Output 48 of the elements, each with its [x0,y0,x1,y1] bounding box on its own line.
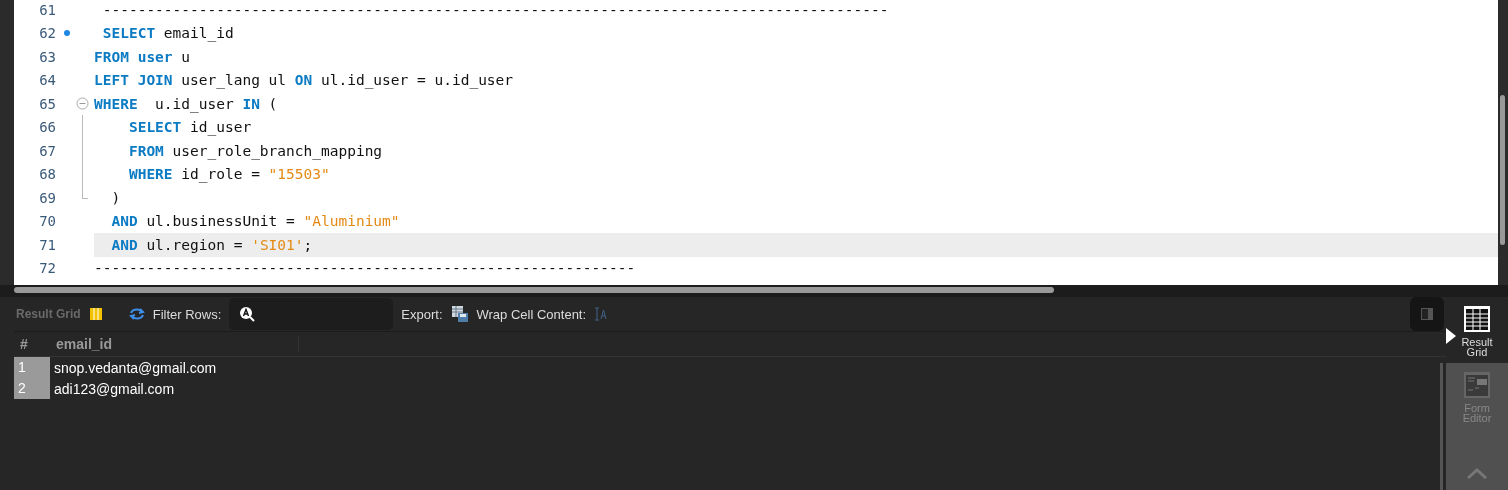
line-number: 68 [38,166,56,183]
wrap-cell-content-label: Wrap Cell Content: [476,306,587,322]
line-number: 62 [38,25,56,42]
table-cell[interactable]: snop.vedanta@gmail.com [50,359,217,376]
code-line: ------------------------------------------------------------------------------------------ [101,0,890,20]
code-line: -------------------------------------------------------------- [94,259,637,279]
pointer-icon [1446,328,1456,344]
line-number: 64 [38,72,56,89]
line-number: 69 [38,189,56,206]
filter-rows-field[interactable] [229,298,394,330]
export-icon[interactable] [450,305,469,323]
row-number: 2 [14,378,50,399]
line-number: 67 [38,142,56,159]
column-header[interactable]: # [14,336,50,352]
wrap-text-icon[interactable] [594,307,609,321]
form-icon [1463,371,1491,399]
line-number: 71 [38,236,56,253]
panel-toggle-button[interactable] [1410,297,1444,331]
table-cell[interactable]: adi123@gmail.com [50,380,175,397]
code-line: FROM user u [94,47,192,67]
result-grid-label: Result Grid [16,307,81,321]
grid-icon [1463,305,1491,333]
filter-rows-label: Filter Rows: [152,306,222,322]
code-line: LEFT JOIN user_lang ul ON ul.id_user = u.id_user [94,71,515,91]
panel-icon [1420,307,1434,321]
code-editor[interactable] [14,0,1498,285]
code-line: SELECT email_id [101,24,235,44]
line-number: 70 [38,213,56,230]
line-number: 61 [38,1,56,18]
line-number: 65 [38,95,56,112]
line-number: 63 [38,48,56,65]
fold-icon[interactable] [76,97,89,111]
code-line: AND ul.businessUnit = "Aluminium" [110,212,401,232]
row-number: 1 [14,357,50,378]
line-number: 66 [38,119,56,136]
line-number: 72 [38,260,56,277]
code-line: FROM user_role_branch_mapping [127,141,384,162]
column-header[interactable]: email_id [50,336,299,352]
refresh-icon[interactable] [128,307,145,321]
side-tab[interactable]: Result Grid [1446,297,1508,363]
code-line: WHERE u.id_user IN ( [94,94,279,115]
search-icon [239,306,256,322]
code-line: ) [110,188,122,208]
code-line: WHERE id_role = "15503" [127,165,331,185]
export-label: Export: [401,306,443,322]
chevron-up-icon[interactable] [1466,467,1488,479]
grid-columns-icon[interactable] [88,307,103,321]
code-line: SELECT id_user [127,118,253,138]
